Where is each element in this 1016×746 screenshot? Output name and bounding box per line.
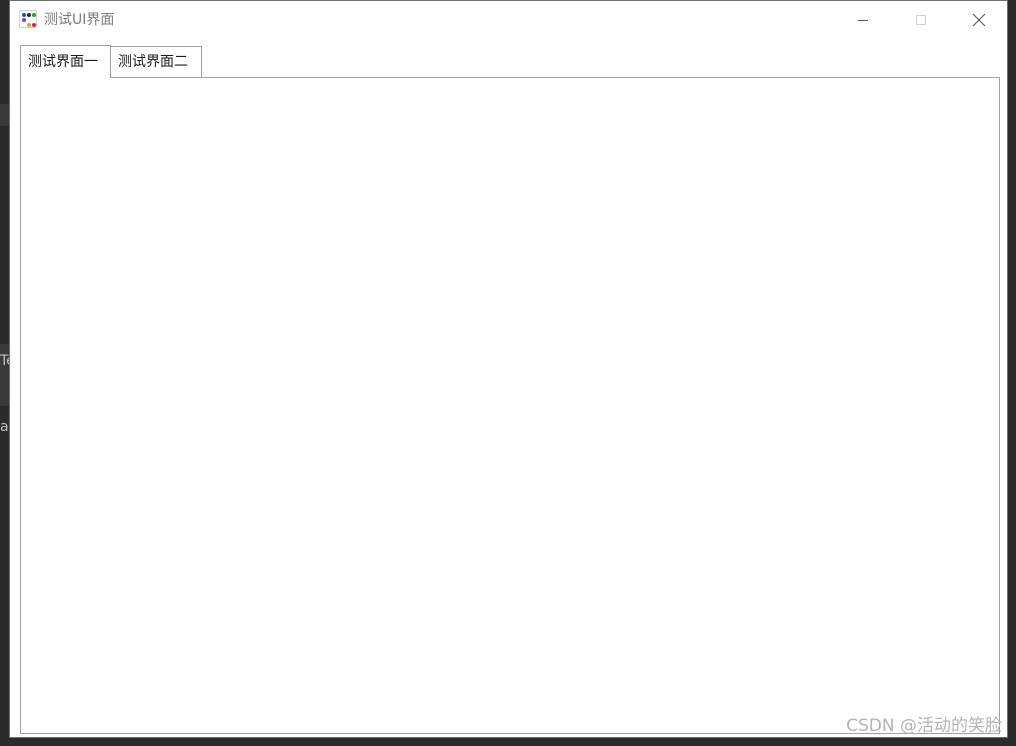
window-title: 测试UI界面 (44, 12, 115, 28)
background-band (0, 104, 9, 126)
main-window: 测试UI界面 测试界面一 测试界面二 (9, 0, 1008, 738)
tab-test-screen-1[interactable]: 测试界面一 (20, 45, 111, 78)
tab-test-screen-2[interactable]: 测试界面二 (110, 46, 202, 77)
background-text-fragment: a (0, 419, 9, 435)
watermark: CSDN @活动的笑脸 (846, 716, 1002, 736)
close-button[interactable] (956, 1, 1002, 39)
app-grid-dots-icon (19, 10, 37, 28)
title-bar[interactable]: 测试UI界面 (10, 1, 1007, 39)
maximize-button[interactable] (898, 1, 944, 39)
tab-content-panel (20, 77, 1000, 734)
minimize-button[interactable] (840, 1, 886, 39)
minimize-icon (858, 20, 868, 21)
close-icon (972, 13, 986, 27)
maximize-icon (916, 15, 926, 25)
